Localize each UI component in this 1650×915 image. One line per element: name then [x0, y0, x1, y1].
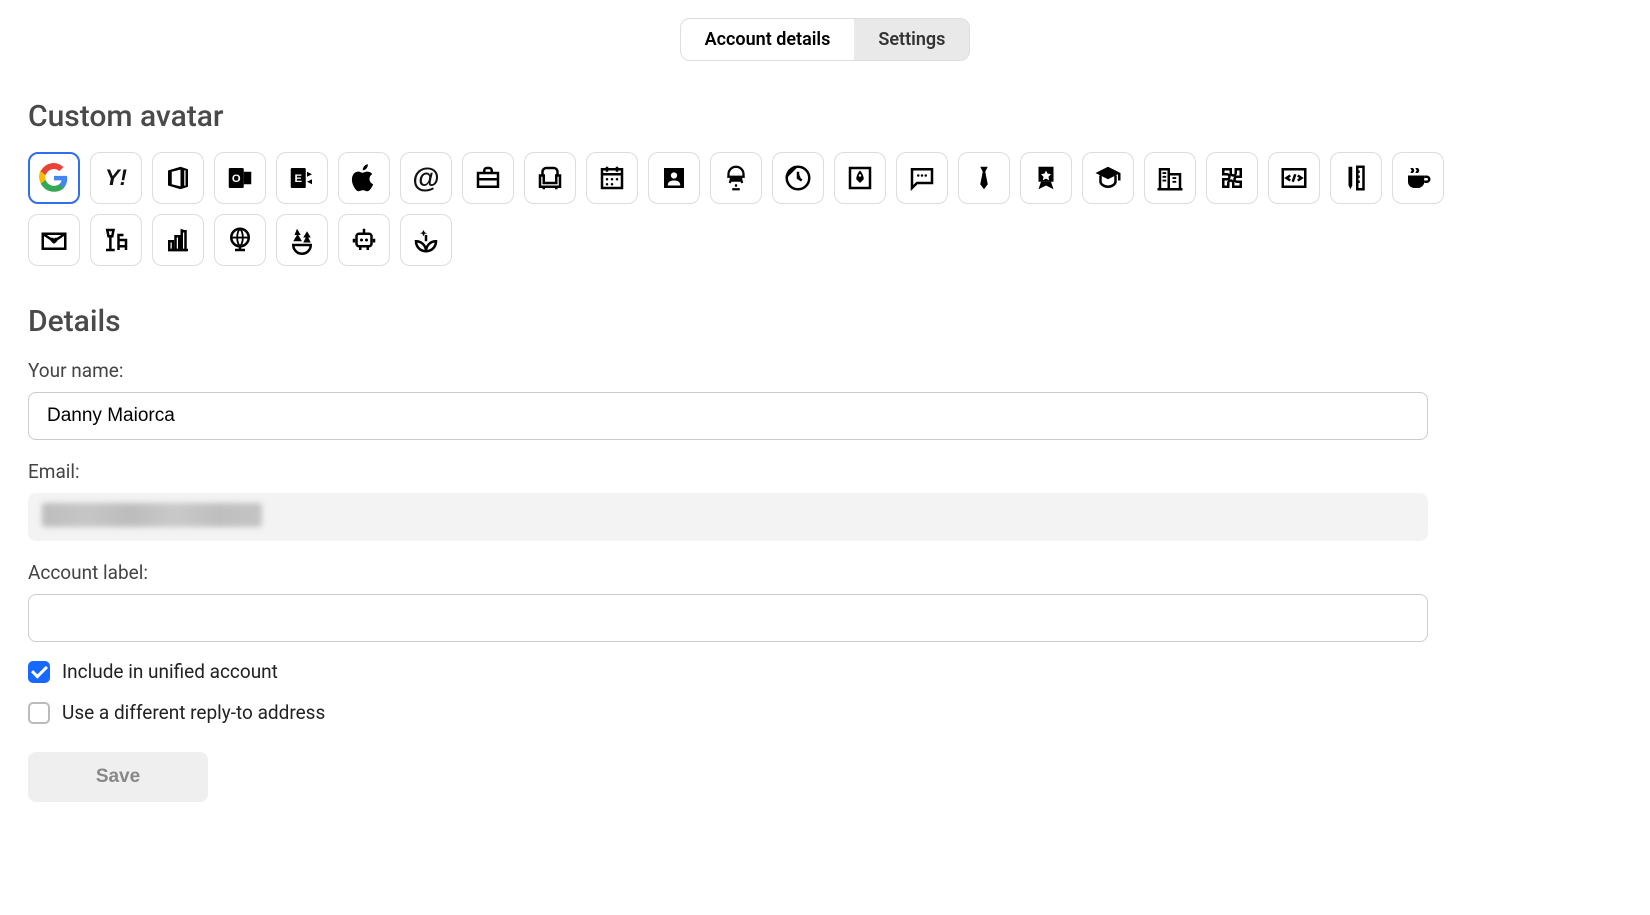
avatar-coffee[interactable] [1392, 152, 1444, 204]
sparkle-leaf-icon [411, 225, 441, 255]
photo-frame-icon [659, 163, 689, 193]
email-display [28, 493, 1428, 541]
avatar-bar-chart[interactable] [152, 214, 204, 266]
avatar-buildings[interactable] [1144, 152, 1196, 204]
section-details: Details Your name: Email: Account label:… [0, 304, 1650, 802]
email-label: Email: [28, 460, 1622, 483]
section-custom-avatar: Custom avatar Y! O E @ [0, 99, 1650, 266]
avatar-lamp-chair[interactable] [90, 214, 142, 266]
reply-to-label: Use a different reply-to address [62, 701, 325, 724]
apple-icon [349, 163, 379, 193]
save-button[interactable]: Save [28, 752, 208, 802]
google-icon [39, 163, 69, 193]
include-unified-label: Include in unified account [62, 660, 278, 683]
avatar-briefcase[interactable] [462, 152, 514, 204]
svg-text:E: E [294, 173, 302, 185]
puzzle-icon [1217, 163, 1247, 193]
globe-icon [225, 225, 255, 255]
avatar-at-sign[interactable]: @ [400, 152, 452, 204]
tie-icon [969, 163, 999, 193]
tab-group: Account details Settings [680, 18, 971, 61]
account-label-label: Account label: [28, 561, 1622, 584]
clock-icon [783, 163, 813, 193]
avatar-puzzle[interactable] [1206, 152, 1258, 204]
custom-avatar-heading: Custom avatar [28, 99, 1622, 134]
avatar-clock[interactable] [772, 152, 824, 204]
graduation-icon [1093, 163, 1123, 193]
name-input[interactable] [28, 392, 1428, 440]
avatar-ribbon[interactable] [1020, 152, 1072, 204]
avatar-office[interactable] [152, 152, 204, 204]
robot-icon [349, 225, 379, 255]
rocket-icon [845, 163, 875, 193]
yahoo-icon: Y! [105, 165, 127, 191]
tab-account-details[interactable]: Account details [681, 19, 855, 60]
avatar-robot[interactable] [338, 214, 390, 266]
coffee-icon [1403, 163, 1433, 193]
avatar-calendar[interactable] [586, 152, 638, 204]
avatar-love-letter[interactable] [28, 214, 80, 266]
avatar-apple[interactable] [338, 152, 390, 204]
briefcase-icon [473, 163, 503, 193]
reply-to-checkbox[interactable] [28, 702, 50, 724]
hacker-icon [721, 163, 751, 193]
avatar-chat[interactable] [896, 152, 948, 204]
love-letter-icon [39, 225, 69, 255]
trees-icon [287, 225, 317, 255]
email-redacted [42, 503, 262, 527]
office-icon [163, 163, 193, 193]
include-unified-row: Include in unified account [28, 660, 1622, 683]
ribbon-icon [1031, 163, 1061, 193]
include-unified-checkbox[interactable] [28, 661, 50, 683]
exchange-icon: E [287, 163, 317, 193]
avatar-exchange[interactable]: E [276, 152, 328, 204]
avatar-code[interactable] [1268, 152, 1320, 204]
details-heading: Details [28, 304, 1622, 339]
outlook-icon: O [225, 163, 255, 193]
code-icon [1279, 163, 1309, 193]
bar-chart-icon [163, 225, 193, 255]
avatar-rocket-window[interactable] [834, 152, 886, 204]
avatar-photo-frame[interactable] [648, 152, 700, 204]
svg-text:O: O [232, 173, 241, 185]
tab-settings[interactable]: Settings [854, 19, 969, 60]
avatar-trees-bowl[interactable] [276, 214, 328, 266]
chat-icon [907, 163, 937, 193]
reply-to-row: Use a different reply-to address [28, 701, 1622, 724]
armchair-icon [535, 163, 565, 193]
name-label: Your name: [28, 359, 1622, 382]
buildings-icon [1155, 163, 1185, 193]
avatar-globe[interactable] [214, 214, 266, 266]
avatar-hacker[interactable] [710, 152, 762, 204]
account-label-input[interactable] [28, 594, 1428, 642]
at-icon: @ [412, 162, 439, 194]
avatar-armchair[interactable] [524, 152, 576, 204]
tabs: Account details Settings [0, 0, 1650, 61]
avatar-graduation[interactable] [1082, 152, 1134, 204]
avatar-tie[interactable] [958, 152, 1010, 204]
calendar-icon [597, 163, 627, 193]
lamp-chair-icon [101, 225, 131, 255]
avatar-sparkle-leaf[interactable] [400, 214, 452, 266]
avatar-outlook[interactable]: O [214, 152, 266, 204]
avatar-yahoo[interactable]: Y! [90, 152, 142, 204]
pencil-ruler-icon [1341, 163, 1371, 193]
avatar-pencil-ruler[interactable] [1330, 152, 1382, 204]
avatar-grid: Y! O E @ [28, 152, 1488, 266]
avatar-google[interactable] [28, 152, 80, 204]
